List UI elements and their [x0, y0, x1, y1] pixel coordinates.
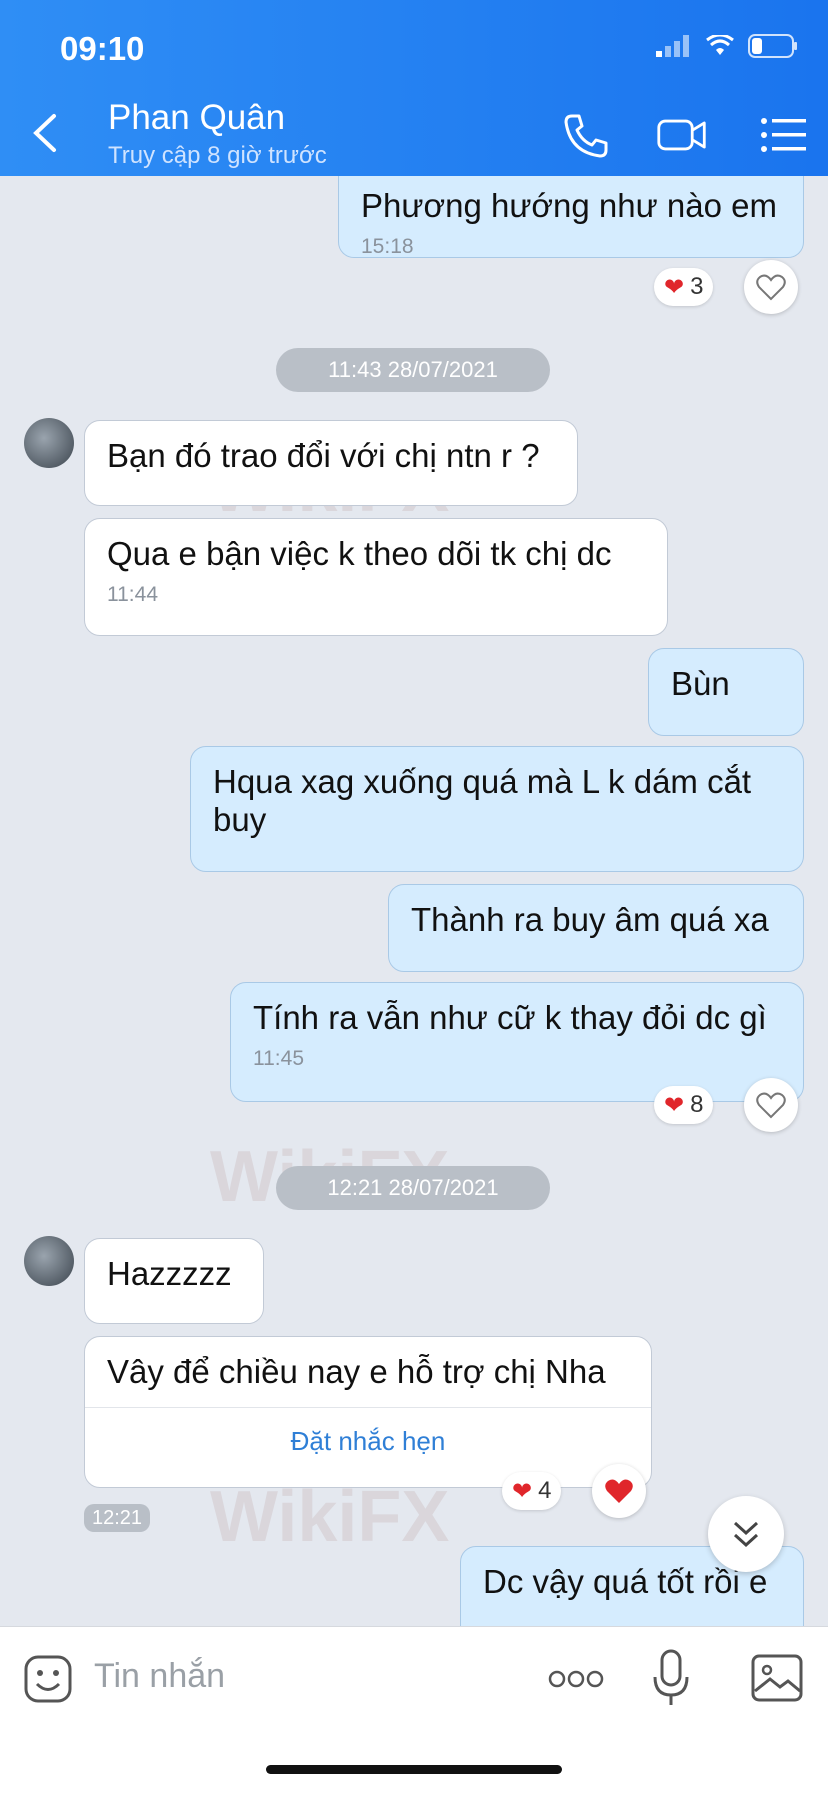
- message-time: 11:45: [253, 1047, 304, 1070]
- heart-icon: ❤: [664, 1091, 685, 1119]
- heart-icon: ❤: [664, 273, 685, 301]
- message-bubble-incoming[interactable]: Bạn đó trao đổi với chị ntn r ?: [84, 420, 578, 506]
- reaction-summary[interactable]: ❤ 4: [502, 1472, 562, 1510]
- more-icon[interactable]: [548, 1667, 604, 1691]
- message-bubble-outgoing[interactable]: Tính ra vẫn như cữ k thay đỏi dc gì 11:4…: [230, 982, 804, 1102]
- message-bubble-outgoing[interactable]: Bùn: [648, 648, 804, 736]
- message-time: 11:44: [107, 583, 158, 606]
- message-text: Phương hướng như nào em: [361, 187, 777, 224]
- top-bar: 09:10 Phan Quân Truy cập 8 giờ trước: [0, 0, 828, 176]
- message-text: Thành ra buy âm quá xa: [411, 901, 769, 938]
- message-bubble-outgoing[interactable]: Hqua xag xuống quá mà L k dám cắt buy: [190, 746, 804, 872]
- message-bubble-incoming[interactable]: Hazzzzz: [84, 1238, 264, 1324]
- message-text: Bạn đó trao đổi với chị ntn r ?: [107, 437, 540, 474]
- heart-outline-icon: [756, 1092, 786, 1119]
- reaction-count: 8: [690, 1091, 704, 1118]
- message-bubble-outgoing[interactable]: Thành ra buy âm quá xa: [388, 884, 804, 972]
- contact-name[interactable]: Phan Quân: [108, 98, 285, 138]
- reaction-count: 4: [538, 1477, 552, 1504]
- message-bubble-incoming[interactable]: Qua e bận việc k theo dõi tk chị dc 11:4…: [84, 518, 668, 636]
- last-seen: Truy cập 8 giờ trước: [108, 142, 327, 169]
- message-composer: Tin nhắn: [0, 1626, 828, 1793]
- sticker-icon[interactable]: [22, 1653, 74, 1705]
- double-chevron-down-icon: [733, 1521, 759, 1548]
- date-divider: 12:21 28/07/2021: [276, 1166, 550, 1210]
- status-icons: [656, 34, 798, 58]
- chat-area[interactable]: WikiFX WikiFX WikiFX WikiFX WikiFX Phươn…: [0, 176, 828, 1626]
- status-time: 09:10: [60, 30, 145, 67]
- date-divider: 11:43 28/07/2021: [276, 348, 550, 392]
- like-button[interactable]: [744, 260, 798, 314]
- reaction-summary[interactable]: ❤ 3: [654, 268, 714, 306]
- avatar[interactable]: [24, 418, 74, 468]
- scroll-to-bottom-button[interactable]: [708, 1496, 784, 1572]
- avatar[interactable]: [24, 1236, 74, 1286]
- heart-filled-icon: [605, 1479, 633, 1503]
- heart-icon: ❤: [512, 1477, 533, 1505]
- like-button[interactable]: [744, 1078, 798, 1132]
- message-text: Vây để chiều nay e hỗ trợ chị Nha: [107, 1353, 606, 1390]
- reaction-summary[interactable]: ❤ 8: [654, 1086, 714, 1124]
- message-time: 15:18: [361, 235, 414, 258]
- wifi-icon: [706, 35, 734, 55]
- message-bubble-outgoing[interactable]: Phương hướng như nào em 15:18: [338, 176, 804, 258]
- watermark: WikiFX: [210, 1477, 450, 1557]
- message-text: Qua e bận việc k theo dõi tk chị dc: [107, 535, 612, 572]
- menu-icon[interactable]: [758, 110, 810, 160]
- reaction-count: 3: [690, 273, 704, 300]
- message-text: Dc vậy quá tốt rồi e: [483, 1563, 768, 1600]
- battery-icon: [748, 34, 797, 58]
- set-reminder-button[interactable]: Đặt nhắc hẹn: [85, 1407, 651, 1475]
- signal-icon: [656, 35, 689, 57]
- microphone-icon[interactable]: [650, 1649, 692, 1709]
- home-indicator: [266, 1765, 562, 1774]
- message-bubble-incoming[interactable]: Vây để chiều nay e hỗ trợ chị Nha Đặt nh…: [84, 1336, 652, 1488]
- video-call-icon[interactable]: [656, 110, 708, 160]
- message-text: Bùn: [671, 665, 730, 702]
- heart-outline-icon: [756, 274, 786, 301]
- image-icon[interactable]: [750, 1653, 804, 1703]
- back-icon[interactable]: [26, 108, 66, 158]
- message-input[interactable]: Tin nhắn: [94, 1657, 225, 1696]
- phone-icon[interactable]: [560, 110, 612, 160]
- like-button[interactable]: [592, 1464, 646, 1518]
- message-text: Hazzzzz: [107, 1255, 232, 1292]
- message-text: Hqua xag xuống quá mà L k dám cắt buy: [213, 763, 752, 838]
- message-text: Tính ra vẫn như cữ k thay đỏi dc gì: [253, 999, 767, 1036]
- message-time: 12:21: [84, 1504, 151, 1532]
